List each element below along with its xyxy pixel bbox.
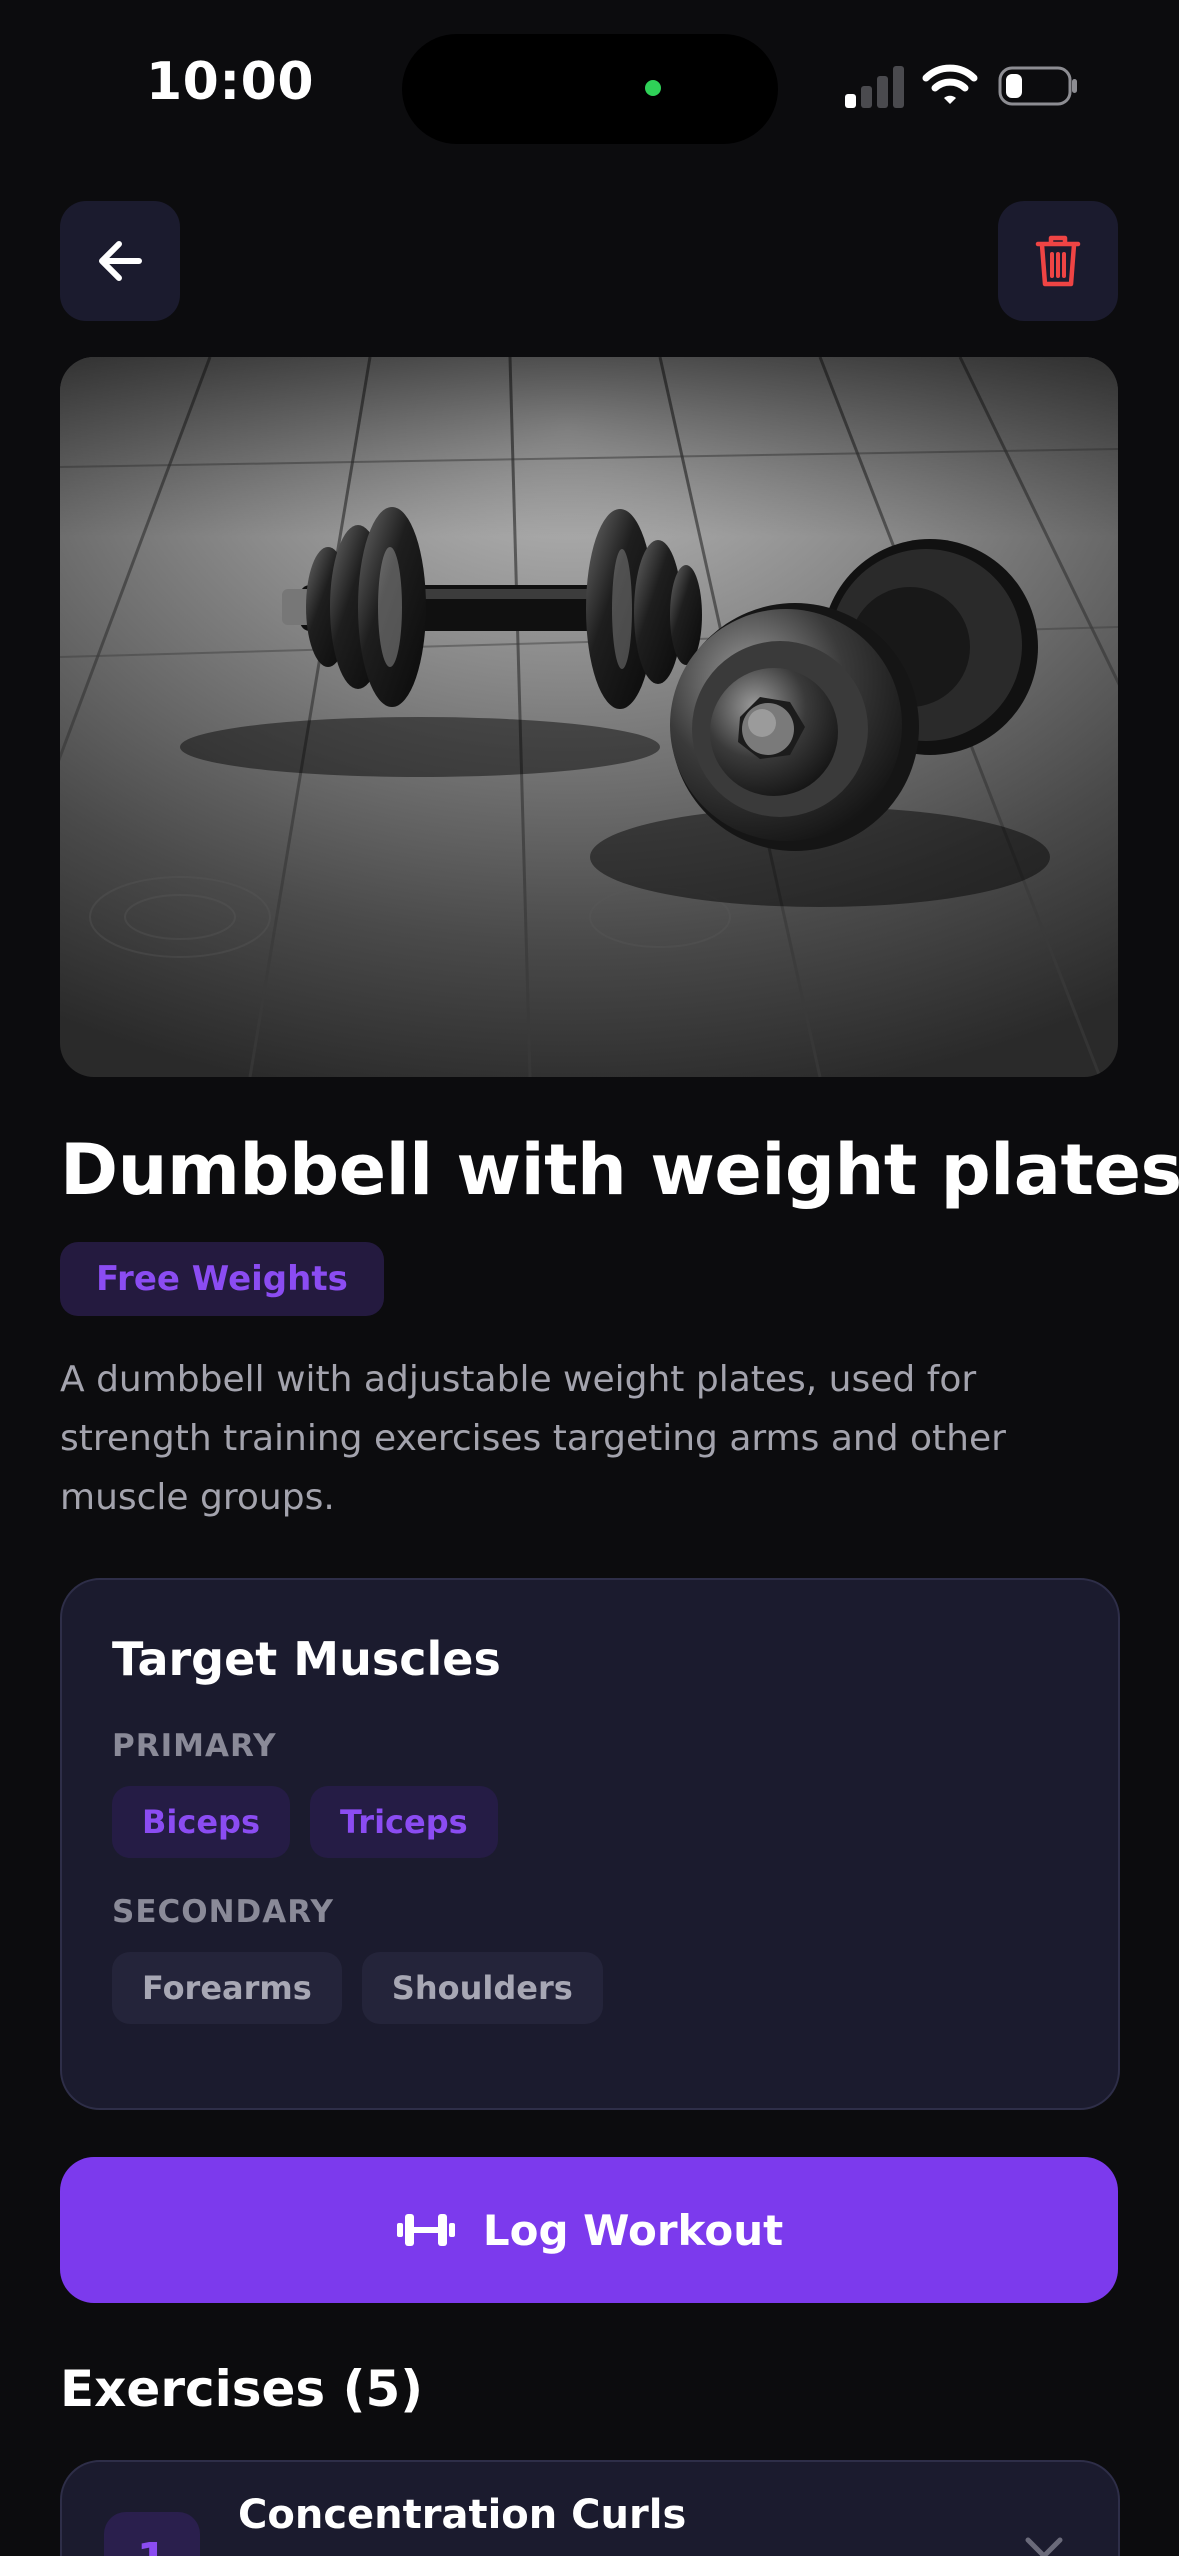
dynamic-island: [402, 34, 778, 144]
status-time: 10:00: [146, 52, 315, 112]
exercise-name: Concentration Curls: [238, 2492, 687, 2538]
chevron-down-icon[interactable]: [1020, 2524, 1068, 2556]
exercise-item[interactable]: 1 Concentration Curls: [60, 2460, 1120, 2556]
wifi-icon: [922, 64, 978, 104]
equipment-title: Dumbbell with weight plates: [60, 1129, 1179, 1211]
trash-icon: [1035, 235, 1081, 287]
delete-button[interactable]: [998, 201, 1118, 321]
category-badge: Free Weights: [60, 1242, 384, 1316]
exercise-number: 1: [104, 2512, 200, 2556]
equipment-description: A dumbbell with adjustable weight plates…: [60, 1359, 1006, 1518]
battery-icon: [998, 66, 1077, 106]
target-muscles-title: Target Muscles: [112, 1632, 501, 1686]
secondary-muscle-chips: Forearms Shoulders: [112, 1952, 603, 2024]
muscle-chip-biceps: Biceps: [112, 1786, 290, 1858]
camera-indicator-icon: [645, 80, 661, 96]
dumbbell-icon: [396, 2214, 455, 2246]
log-workout-label: Log Workout: [482, 2205, 784, 2255]
back-button[interactable]: [60, 201, 180, 321]
equipment-detail-screen: 10:00 Dumbbell with weight plates Free W…: [0, 0, 1179, 2556]
target-muscles-card: Target Muscles PRIMARY Biceps Triceps SE…: [60, 1578, 1120, 2110]
primary-muscles-label: PRIMARY: [112, 1728, 277, 1764]
primary-muscle-chips: Biceps Triceps: [112, 1786, 498, 1858]
muscle-chip-shoulders: Shoulders: [361, 1952, 603, 2024]
arrow-left-icon: [99, 241, 142, 281]
status-bar: 10:00: [0, 0, 1179, 180]
muscle-chip-triceps: Triceps: [309, 1786, 498, 1858]
secondary-muscles-label: SECONDARY: [112, 1894, 334, 1930]
exercises-title: Exercises (5): [60, 2360, 424, 2418]
cellular-signal-icon: [845, 62, 905, 108]
equipment-photo: [60, 357, 1118, 1077]
muscle-chip-forearms: Forearms: [112, 1952, 342, 2024]
log-workout-button[interactable]: Log Workout: [60, 2157, 1118, 2303]
